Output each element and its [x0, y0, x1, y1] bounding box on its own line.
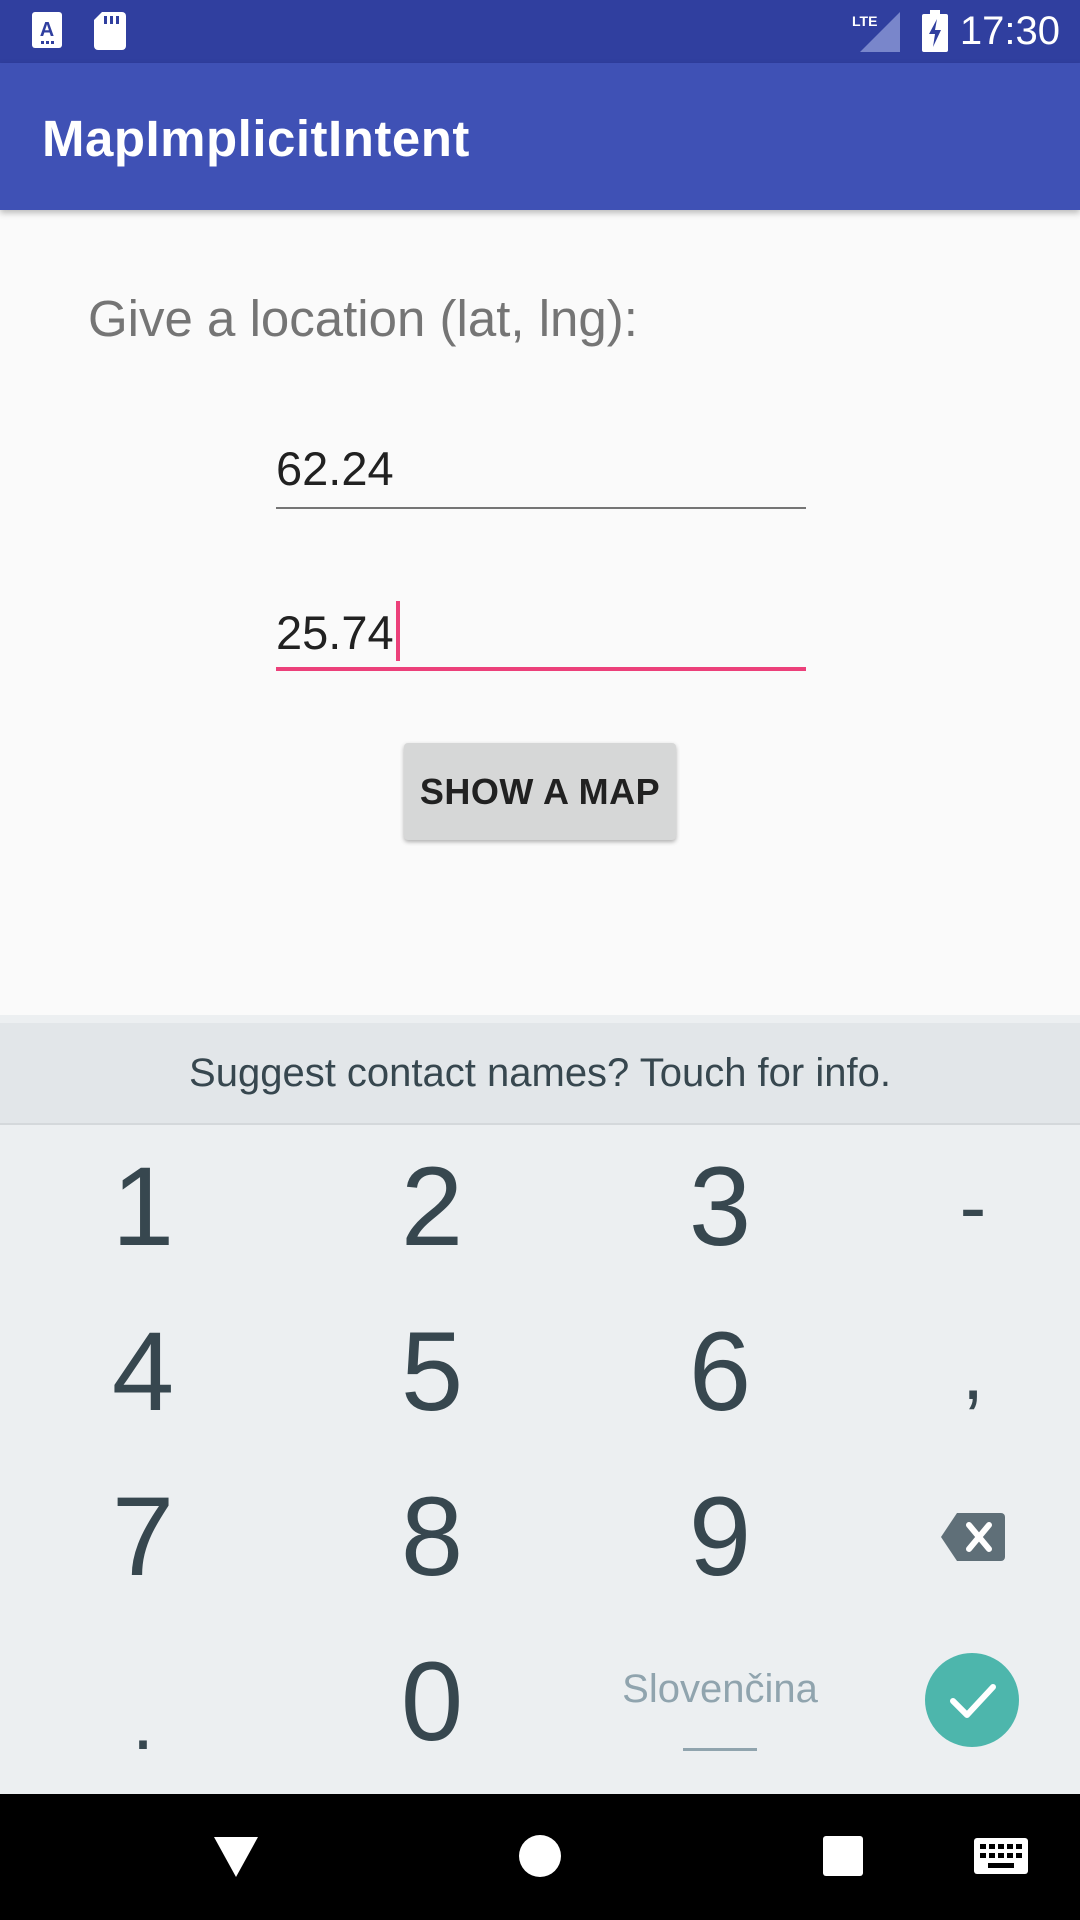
longitude-input[interactable]: 25.74: [276, 597, 806, 671]
key-label: 3: [688, 1144, 752, 1269]
keyboard-icon[interactable]: [974, 1838, 1028, 1879]
key-comma[interactable]: ,: [838, 1290, 1080, 1454]
key-1[interactable]: 1: [8, 1125, 278, 1289]
key-label: .: [131, 1677, 155, 1766]
key-4[interactable]: 4: [8, 1290, 278, 1454]
key-label: -: [959, 1162, 987, 1251]
show-map-button[interactable]: SHOW A MAP: [404, 743, 676, 840]
key-8[interactable]: 8: [297, 1455, 567, 1619]
back-icon[interactable]: [214, 1837, 258, 1882]
key-7[interactable]: 7: [8, 1455, 278, 1619]
svg-text:A: A: [40, 19, 54, 41]
key-5[interactable]: 5: [297, 1290, 567, 1454]
battery-charging-icon: [922, 10, 948, 57]
app-bar: MapImplicitIntent: [0, 63, 1080, 210]
key-6[interactable]: 6: [585, 1290, 855, 1454]
svg-text:LTE: LTE: [852, 13, 877, 29]
recents-icon[interactable]: [823, 1836, 863, 1881]
key-label: ,: [961, 1327, 985, 1416]
key-label: 2: [400, 1144, 464, 1269]
check-icon: [950, 1684, 996, 1718]
suggestion-strip[interactable]: Suggest contact names? Touch for info.: [0, 1023, 1080, 1125]
key-label: 9: [688, 1474, 752, 1599]
key-label: 0: [400, 1639, 464, 1764]
language-underline: [683, 1748, 757, 1751]
key-3[interactable]: 3: [585, 1125, 855, 1289]
key-minus[interactable]: -: [838, 1125, 1080, 1289]
app-title: MapImplicitIntent: [42, 110, 470, 167]
enter-key[interactable]: [925, 1653, 1019, 1747]
key-9[interactable]: 9: [585, 1455, 855, 1619]
language-switch[interactable]: Slovenčina: [540, 1667, 900, 1712]
sd-card-icon: [94, 12, 126, 55]
backspace-icon: [941, 1513, 1005, 1561]
text-cursor: [395, 601, 400, 661]
longitude-value: 25.74: [276, 606, 394, 659]
key-label: 7: [111, 1474, 175, 1599]
key-period[interactable]: .: [8, 1620, 278, 1784]
status-time: 17:30: [959, 9, 1060, 53]
key-2[interactable]: 2: [297, 1125, 567, 1289]
lte-signal-icon: LTE: [852, 12, 900, 57]
latitude-value: 62.24: [276, 442, 394, 495]
key-label: 6: [688, 1309, 752, 1434]
app-a-icon: A: [32, 12, 62, 53]
home-icon[interactable]: [518, 1834, 562, 1883]
key-label: 8: [400, 1474, 464, 1599]
numeric-keyboard: Suggest contact names? Touch for info. 1…: [0, 1015, 1080, 1794]
backspace-key[interactable]: [838, 1455, 1080, 1619]
key-label: 5: [400, 1309, 464, 1434]
latitude-input[interactable]: 62.24: [276, 437, 806, 509]
key-label: 4: [111, 1309, 175, 1434]
navigation-bar: [0, 1794, 1080, 1920]
location-prompt: Give a location (lat, lng):: [88, 290, 638, 347]
status-bar: A LTE 17:30: [0, 0, 1080, 63]
longitude-value-wrap: 25.74: [276, 601, 400, 661]
key-label: 1: [111, 1144, 175, 1269]
key-0[interactable]: 0: [297, 1620, 567, 1784]
